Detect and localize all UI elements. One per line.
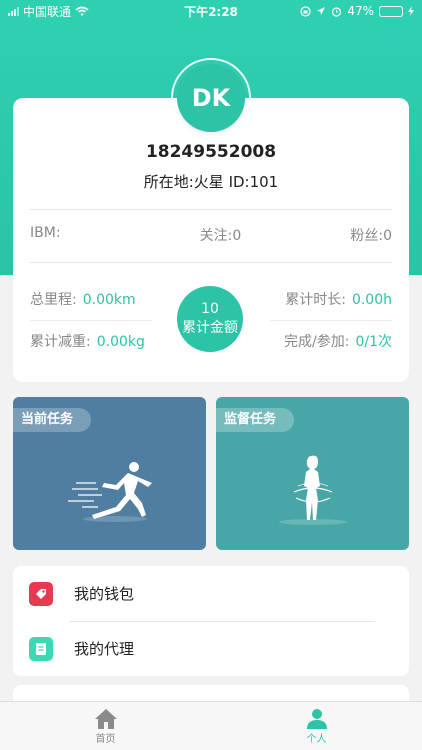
menu-card: 我的钱包 我的代理 (13, 566, 409, 676)
agent-icon (29, 636, 53, 661)
completion-value: 0/1次 (355, 334, 392, 350)
tab-me-label: 个人 (306, 733, 327, 745)
menu-item-wallet[interactable]: 我的钱包 (13, 566, 409, 621)
current-task-label: 当前任务 (13, 408, 92, 432)
battery-percent: 47% (347, 4, 374, 18)
weight-loss-value: 0.00kg (96, 334, 145, 350)
location-icon (317, 7, 326, 15)
tab-bar: 首页 个人 (0, 701, 422, 750)
fans-count[interactable]: 粉丝:0 (350, 225, 392, 245)
total-distance-label: 总里程: (30, 292, 77, 308)
metric-divider (270, 320, 392, 321)
weight-loss: 累计减重: 0.00kg (30, 331, 145, 351)
divider (30, 209, 392, 210)
carrier-label: 中国联通 (23, 4, 72, 19)
profile-card: 18249552008 所在地:火星 ID:101 IBM: 关注:0 粉丝:0… (13, 98, 409, 382)
status-bar: 中国联通 下午2:28 47% (0, 0, 422, 22)
weight-loss-label: 累计减重: (30, 334, 91, 350)
menu-label-wallet: 我的钱包 (74, 585, 135, 603)
alarm-icon (332, 6, 342, 17)
home-icon (94, 708, 117, 729)
person-icon (306, 708, 327, 729)
total-time: 累计时长: 0.00h (285, 289, 392, 309)
wifi-icon (75, 6, 89, 16)
charging-icon (408, 6, 414, 16)
current-task-card[interactable]: 当前任务 (13, 397, 206, 550)
user-phone: 18249552008 (145, 142, 277, 162)
social-stats: IBM: 关注:0 粉丝:0 (30, 225, 392, 245)
tab-home-label: 首页 (95, 733, 116, 745)
runner-icon (68, 462, 152, 522)
supervise-task-card[interactable]: 监督任务 (216, 397, 409, 550)
lock-rotation-icon (300, 5, 311, 17)
total-time-label: 累计时长: (285, 292, 346, 308)
completion-label: 完成/参加: (284, 334, 350, 350)
total-amount-badge[interactable]: 10 累计金额 (177, 286, 243, 352)
total-time-value: 0.00h (351, 292, 392, 308)
tab-home[interactable]: 首页 (0, 702, 211, 750)
total-amount-label: 累计金额 (182, 320, 238, 336)
total-distance-value: 0.00km (82, 292, 136, 308)
total-amount-value: 10 (201, 301, 219, 317)
supervise-task-label: 监督任务 (216, 408, 295, 432)
user-location: 所在地:火星 ID:101 (143, 173, 279, 191)
fitness-woman-icon (279, 455, 347, 525)
status-time: 下午2:28 (184, 4, 238, 19)
completion: 完成/参加: 0/1次 (284, 331, 392, 351)
menu-label-agent: 我的代理 (74, 640, 135, 658)
following-count[interactable]: 关注:0 (200, 225, 242, 245)
metric-divider (30, 320, 152, 321)
company-label: IBM: (30, 225, 61, 241)
tab-me[interactable]: 个人 (211, 702, 422, 750)
signal-icon (8, 6, 19, 16)
battery-icon (379, 5, 403, 17)
menu-item-agent[interactable]: 我的代理 (13, 621, 409, 676)
avatar[interactable]: DK (177, 64, 245, 132)
wallet-icon (29, 581, 53, 606)
divider (30, 262, 392, 263)
total-distance: 总里程: 0.00km (30, 289, 136, 309)
